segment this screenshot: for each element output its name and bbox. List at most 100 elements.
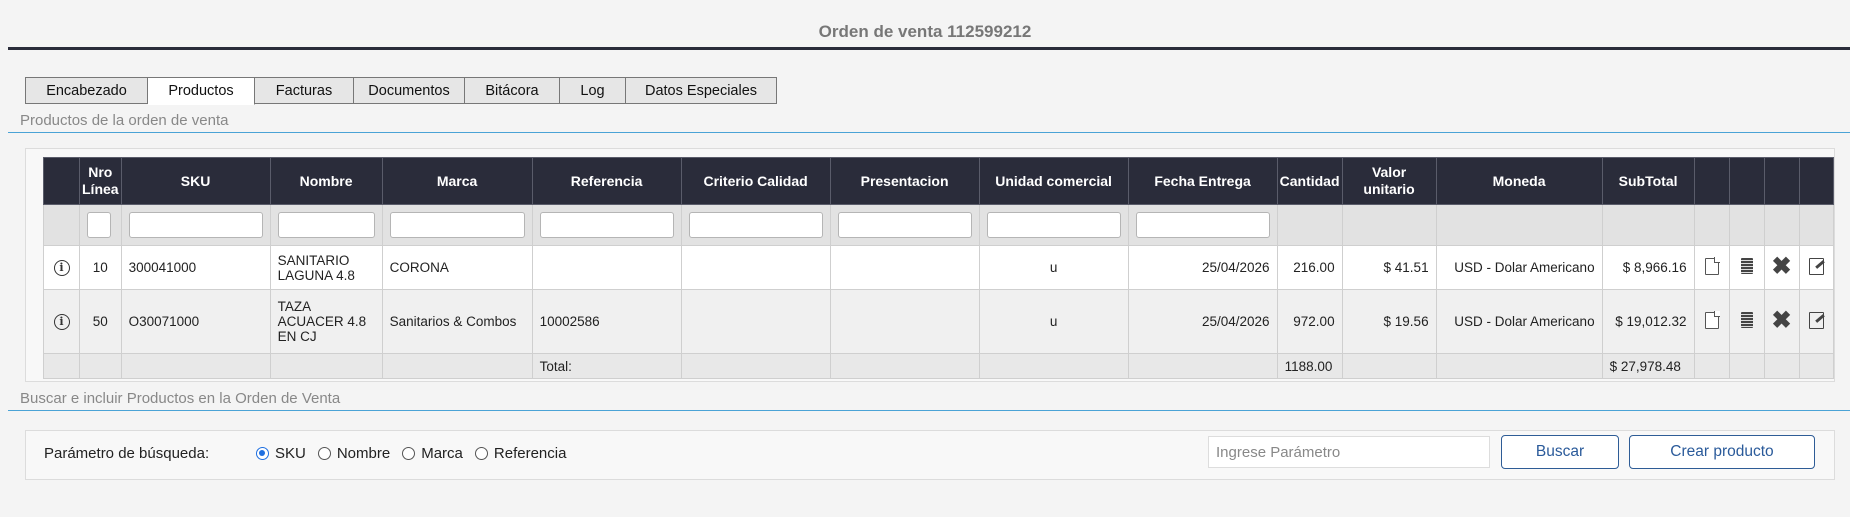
cell-quality — [680, 245, 831, 290]
header-action-4 — [1798, 157, 1834, 205]
filter-reference-input[interactable] — [539, 212, 674, 238]
edit-icon[interactable] — [1808, 257, 1824, 275]
filter-date-input[interactable] — [1135, 212, 1270, 238]
radio-sku[interactable] — [256, 447, 269, 460]
cell-currency: USD - Dolar Americano — [1435, 245, 1603, 290]
filter-row — [43, 204, 1834, 246]
header-date[interactable]: Fecha Entrega — [1127, 157, 1278, 205]
delete-icon[interactable]: ✖ — [1772, 307, 1792, 334]
cell-presentation — [829, 289, 980, 354]
radio-marca-label[interactable]: Marca — [421, 445, 463, 462]
documents-icon[interactable] — [1740, 258, 1753, 274]
radio-sku-label[interactable]: SKU — [275, 445, 306, 462]
radio-referencia[interactable] — [474, 447, 488, 460]
header-action-1 — [1693, 157, 1730, 205]
tab-encabezado[interactable]: Encabezado — [25, 77, 148, 104]
header-action-3 — [1763, 157, 1800, 205]
tab-bar: Encabezado Productos Facturas Documentos… — [25, 77, 777, 105]
filter-unit-input[interactable] — [986, 212, 1121, 238]
document-icon[interactable] — [1704, 310, 1720, 329]
header-unit[interactable]: Unidad comercial — [978, 157, 1129, 205]
table-row: i 50 O30071000 TAZA ACUACER 4.8 EN CJ Sa… — [43, 289, 1834, 354]
header-info — [43, 157, 80, 205]
search-button[interactable]: Buscar — [1501, 435, 1619, 469]
table-header-row: Nro Línea SKU Nombre Marca Referencia Cr… — [43, 157, 1834, 205]
cell-presentation — [829, 245, 980, 290]
total-qty: 1188.00 — [1276, 353, 1343, 379]
cell-date: 25/04/2026 — [1127, 245, 1278, 290]
products-section-divider — [8, 132, 1850, 133]
total-label: Total: — [531, 353, 682, 379]
search-options: SKU Nombre Marca Referencia — [256, 445, 578, 462]
edit-icon[interactable] — [1808, 311, 1824, 329]
document-icon[interactable] — [1704, 256, 1720, 275]
cell-quality — [680, 289, 831, 354]
header-presentation[interactable]: Presentacion — [829, 157, 980, 205]
header-brand[interactable]: Marca — [381, 157, 533, 205]
header-line[interactable]: Nro Línea — [79, 157, 122, 205]
search-parameter-input[interactable] — [1208, 436, 1490, 468]
cell-unit: u — [978, 289, 1129, 354]
products-section-label: Productos de la orden de venta — [20, 112, 229, 129]
cell-name: SANITARIO LAGUNA 4.8 — [269, 245, 383, 290]
cell-brand: CORONA — [381, 245, 533, 290]
cell-reference — [531, 245, 682, 290]
create-product-button[interactable]: Crear producto — [1629, 435, 1815, 469]
page-title: Orden de venta 112599212 — [818, 22, 1032, 41]
search-parameter-label: Parámetro de búsqueda: — [44, 445, 210, 462]
filter-quality-input[interactable] — [688, 212, 823, 238]
radio-nombre[interactable] — [317, 447, 331, 460]
cell-date: 25/04/2026 — [1127, 289, 1278, 354]
radio-referencia-label[interactable]: Referencia — [494, 445, 567, 462]
cell-unit-price: $ 19.56 — [1341, 289, 1437, 354]
header-currency[interactable]: Moneda — [1435, 157, 1603, 205]
header-quality[interactable]: Criterio Calidad — [680, 157, 831, 205]
search-section-label: Buscar e incluir Productos en la Orden d… — [20, 390, 341, 407]
header-subtotal[interactable]: SubTotal — [1601, 157, 1695, 205]
tab-documentos[interactable]: Documentos — [354, 77, 465, 104]
info-icon[interactable]: i — [53, 260, 70, 276]
cell-qty: 216.00 — [1276, 245, 1343, 290]
info-icon[interactable]: i — [53, 314, 70, 330]
header-qty[interactable]: Cantidad — [1276, 157, 1343, 205]
radio-nombre-label[interactable]: Nombre — [337, 445, 390, 462]
totals-row: Total: 1188.00 $ 27,978.48 — [43, 353, 1834, 379]
cell-reference: 10002586 — [531, 289, 682, 354]
header-reference[interactable]: Referencia — [531, 157, 682, 205]
cell-unit: u — [978, 245, 1129, 290]
cell-sku: 300041000 — [120, 245, 271, 290]
documents-icon[interactable] — [1740, 312, 1753, 328]
tab-datos-especiales[interactable]: Datos Especiales — [626, 77, 777, 104]
header-sku[interactable]: SKU — [120, 157, 271, 205]
cell-sku: O30071000 — [120, 289, 271, 354]
tab-bitacora[interactable]: Bitácora — [465, 77, 560, 104]
filter-sku-input[interactable] — [128, 212, 263, 238]
cell-unit-price: $ 41.51 — [1341, 245, 1437, 290]
products-table: Nro Línea SKU Nombre Marca Referencia Cr… — [43, 157, 1834, 379]
cell-line: 10 — [79, 245, 122, 290]
cell-currency: USD - Dolar Americano — [1435, 289, 1603, 354]
filter-brand-input[interactable] — [389, 212, 525, 238]
cell-subtotal: $ 8,966.16 — [1601, 245, 1695, 290]
cell-name: TAZA ACUACER 4.8 EN CJ — [269, 289, 383, 354]
total-subtotal: $ 27,978.48 — [1601, 353, 1695, 379]
radio-marca[interactable] — [402, 447, 416, 460]
header-unit-price[interactable]: Valor unitario — [1341, 157, 1437, 205]
filter-name-input[interactable] — [277, 212, 375, 238]
cell-line: 50 — [79, 289, 122, 354]
delete-icon[interactable]: ✖ — [1772, 253, 1792, 280]
title-divider — [8, 47, 1850, 50]
filter-line-input[interactable] — [87, 212, 111, 238]
header-action-2 — [1728, 157, 1765, 205]
cell-subtotal: $ 19,012.32 — [1601, 289, 1695, 354]
table-row: i 10 300041000 SANITARIO LAGUNA 4.8 CORO… — [43, 245, 1834, 290]
cell-brand: Sanitarios & Combos — [381, 289, 533, 354]
tab-log[interactable]: Log — [560, 77, 626, 104]
filter-presentation-input[interactable] — [837, 212, 972, 238]
cell-qty: 972.00 — [1276, 289, 1343, 354]
search-section-divider — [8, 410, 1850, 411]
search-panel: Parámetro de búsqueda: SKU Nombre Marca … — [25, 430, 1835, 480]
tab-facturas[interactable]: Facturas — [255, 77, 354, 104]
header-name[interactable]: Nombre — [269, 157, 383, 205]
tab-productos[interactable]: Productos — [148, 77, 255, 105]
